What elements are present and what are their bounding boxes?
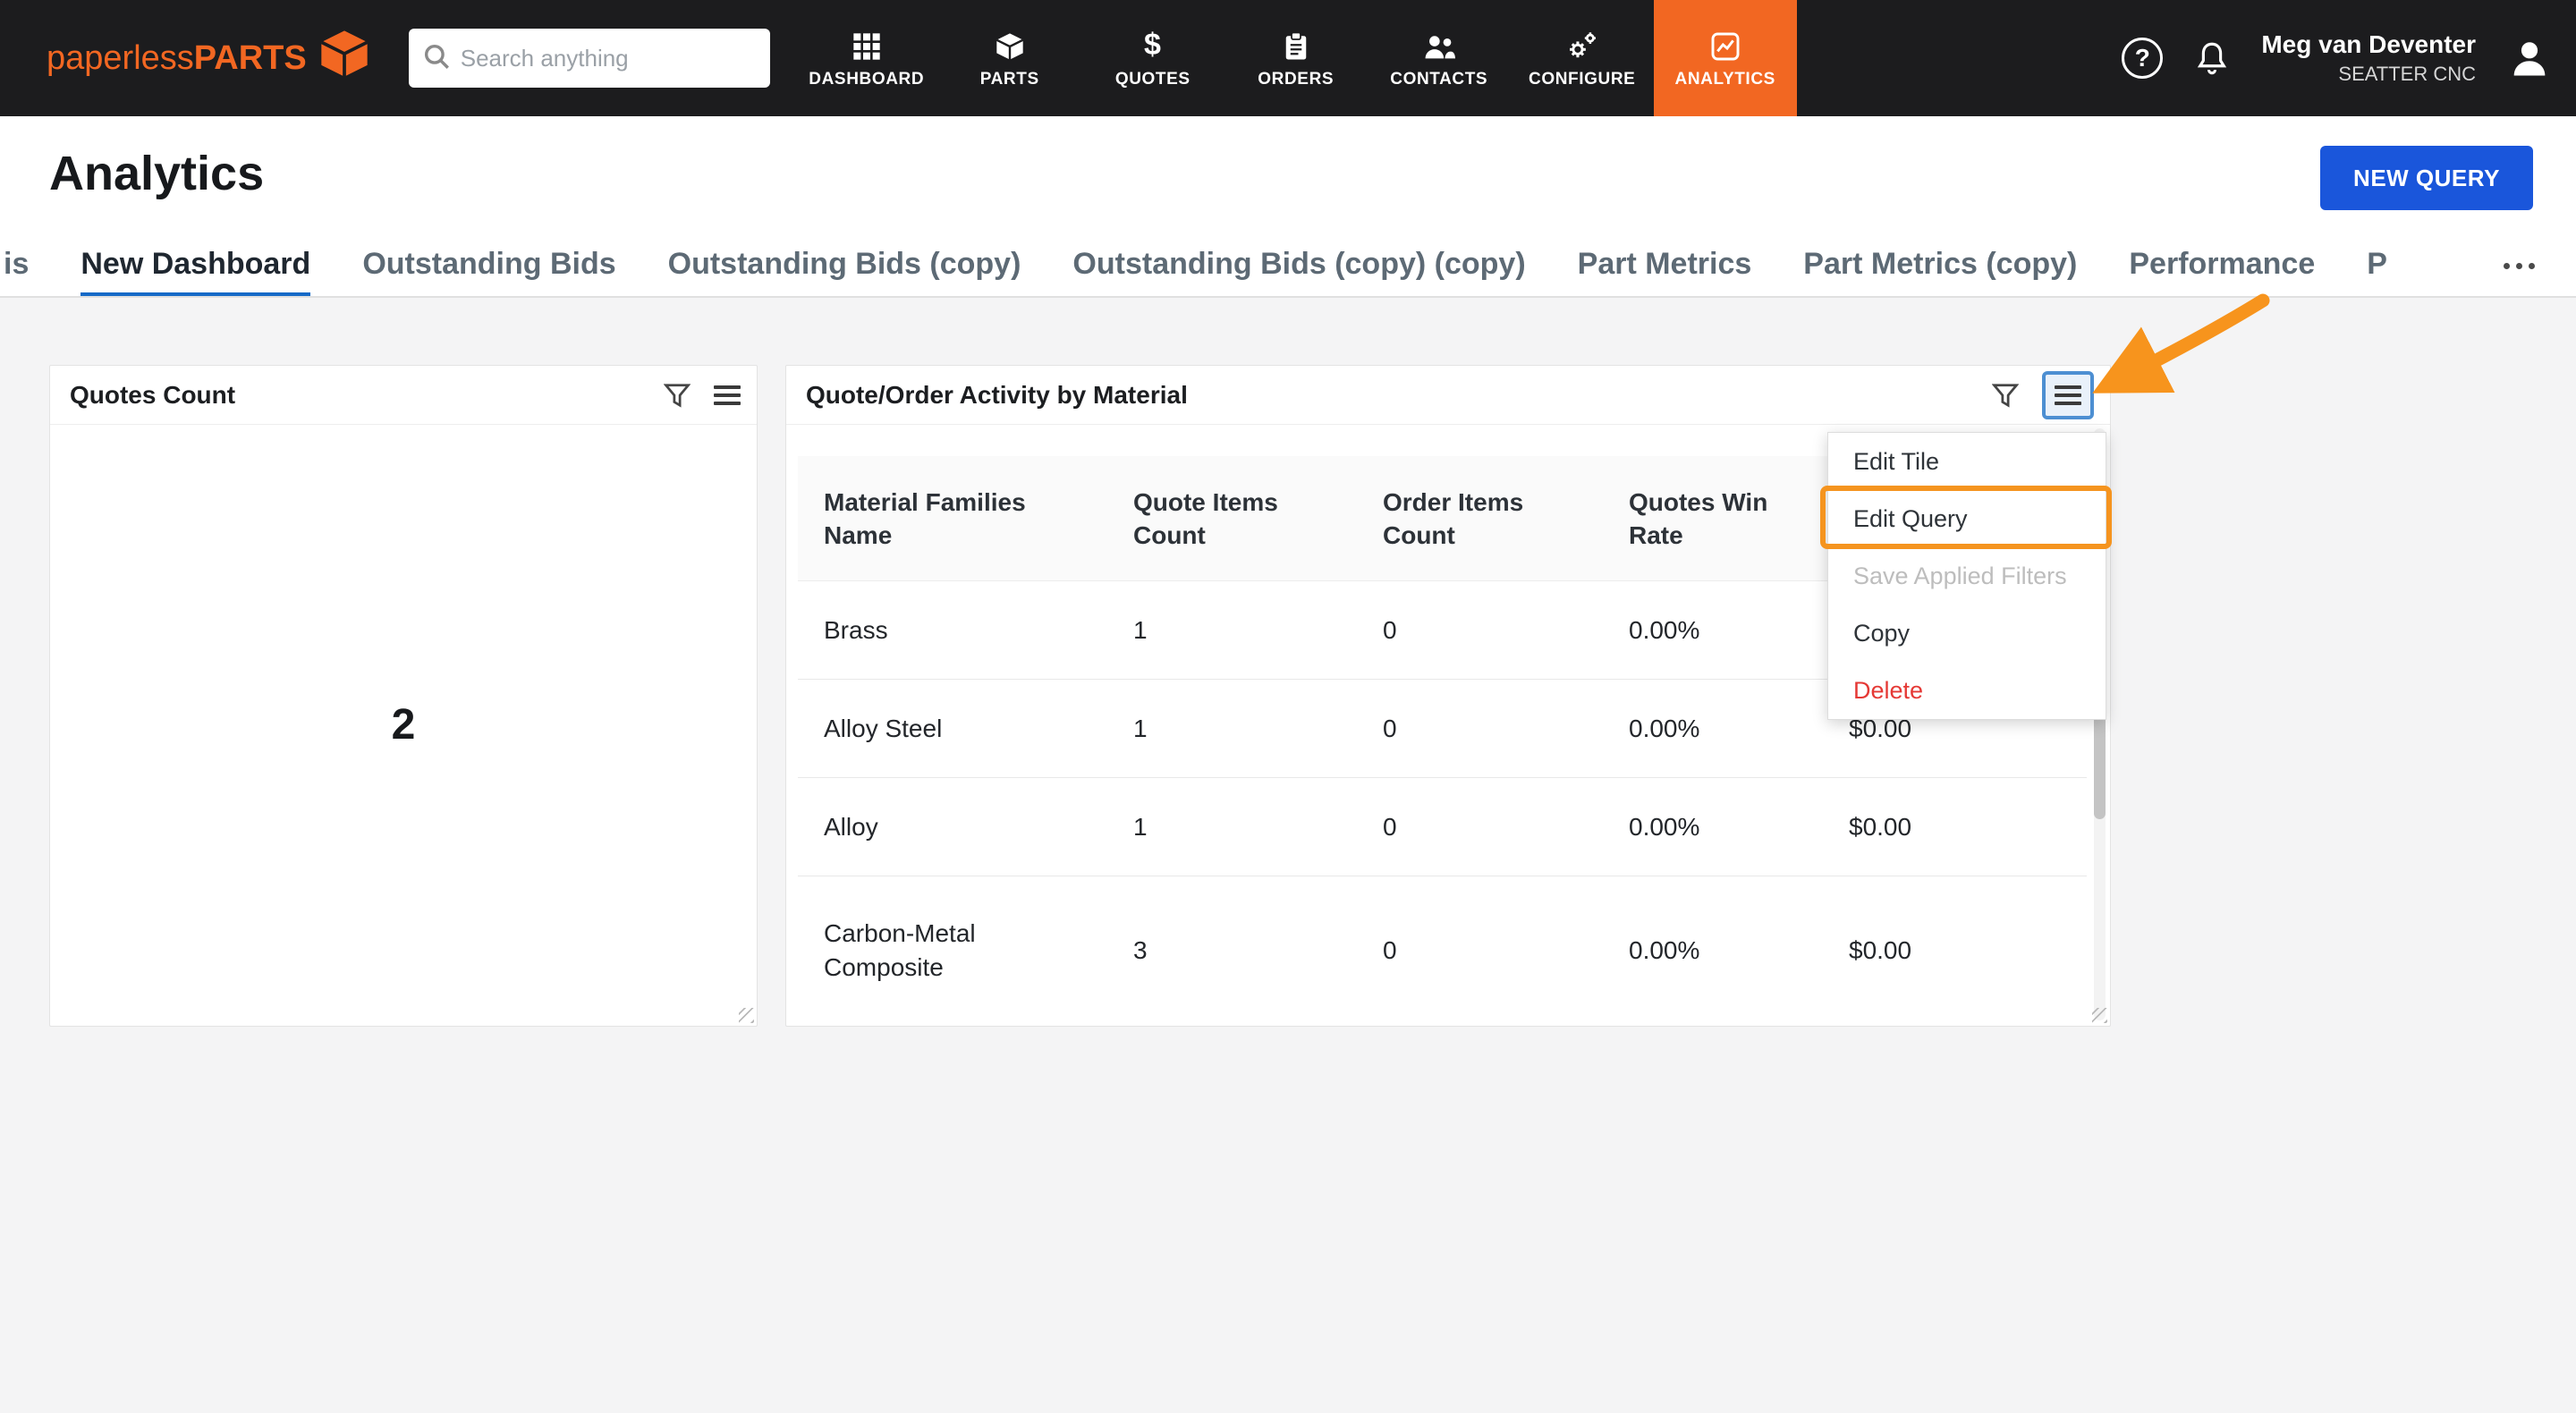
tab-performance[interactable]: Performance (2129, 236, 2315, 298)
cell-order-items: 0 (1383, 936, 1629, 965)
nav-item-analytics[interactable]: ANALYTICS (1654, 0, 1797, 116)
hamburger-menu-icon (2055, 381, 2081, 410)
resize-handle[interactable] (739, 1008, 754, 1023)
parts-box-icon (996, 27, 1024, 61)
top-nav: paperlessPARTS DASHBOARD PARTS $ QUOTES (0, 0, 2576, 116)
menu-item-edit-tile[interactable]: Edit Tile (1828, 433, 2106, 490)
cell-win-rate: 0.00% (1629, 616, 1849, 645)
dashboard-tabs: is New Dashboard Outstanding Bids Outsta… (0, 236, 2478, 298)
logo-text-bold: PARTS (194, 39, 307, 77)
tab-new-dashboard[interactable]: New Dashboard (80, 236, 310, 298)
card-title: Quote/Order Activity by Material (806, 381, 1188, 410)
avatar[interactable] (2506, 35, 2553, 81)
tab-part-metrics-copy[interactable]: Part Metrics (copy) (1803, 236, 2077, 298)
hamburger-menu-icon (714, 381, 741, 410)
cell-win-rate: 0.00% (1629, 715, 1849, 743)
tab-outstanding-bids-copy[interactable]: Outstanding Bids (copy) (668, 236, 1021, 298)
nav-item-dashboard[interactable]: DASHBOARD (795, 0, 938, 116)
cell-material-name: Alloy (798, 813, 1133, 842)
user-menu[interactable]: Meg van Deventer SEATTER CNC (2261, 30, 2476, 86)
cell-win-rate: 0.00% (1629, 936, 1849, 965)
column-header: Material Families Name (798, 486, 1133, 552)
cell-quote-items: 3 (1133, 936, 1383, 965)
tile-menu-button-highlighted[interactable] (2042, 371, 2094, 419)
table-row[interactable]: Alloy 1 0 0.00% $0.00 (798, 778, 2087, 876)
cell-amount: $0.00 (1849, 936, 2087, 965)
cell-quote-items: 1 (1133, 813, 1383, 842)
nav-item-label: ORDERS (1258, 70, 1334, 89)
user-name: Meg van Deventer (2261, 30, 2476, 59)
menu-item-edit-query[interactable]: Edit Query (1828, 490, 2106, 547)
tab-outstanding-bids[interactable]: Outstanding Bids (362, 236, 615, 298)
dollar-icon: $ (1144, 27, 1162, 61)
quotes-count-value: 2 (392, 700, 416, 749)
card-title: Quotes Count (70, 381, 235, 410)
tile-menu-button[interactable] (714, 381, 741, 410)
cell-material-name: Alloy Steel (798, 715, 1133, 743)
search-icon (421, 41, 452, 76)
nav-item-contacts[interactable]: CONTACTS (1368, 0, 1511, 116)
tabs-overflow-icon[interactable] (2493, 252, 2546, 280)
nav-right: ? Meg van Deventer SEATTER CNC (2122, 30, 2553, 86)
cell-quote-items: 1 (1133, 715, 1383, 743)
quotes-count-card: Quotes Count 2 (49, 365, 758, 1027)
search-input[interactable] (461, 45, 758, 72)
card-header: Quote/Order Activity by Material (786, 366, 2110, 425)
filter-icon[interactable] (1992, 383, 2019, 408)
nav-item-label: CONTACTS (1390, 70, 1487, 89)
notifications-bell-icon[interactable] (2193, 39, 2231, 77)
tile-context-menu: Edit Tile Edit Query Save Applied Filter… (1827, 432, 2106, 720)
column-header: Quote Items Count (1133, 486, 1383, 552)
gears-icon (1566, 27, 1598, 61)
cell-amount: $0.00 (1849, 813, 2087, 842)
page-title: Analytics (49, 146, 264, 201)
nav-item-configure[interactable]: CONFIGURE (1511, 0, 1654, 116)
new-query-button[interactable]: NEW QUERY (2320, 146, 2533, 210)
main-menu: DASHBOARD PARTS $ QUOTES ORDERS CONTACTS (795, 0, 1797, 116)
column-header: Order Items Count (1383, 486, 1629, 552)
cell-material-name: Carbon-Metal Composite (798, 917, 1133, 985)
cell-order-items: 0 (1383, 616, 1629, 645)
cell-order-items: 0 (1383, 715, 1629, 743)
logo-cube-icon (319, 29, 369, 88)
logo[interactable]: paperlessPARTS (47, 29, 369, 88)
cell-quote-items: 1 (1133, 616, 1383, 645)
clipboard-icon (1283, 27, 1309, 61)
help-icon[interactable]: ? (2122, 38, 2163, 79)
tab-outstanding-bids-copy-copy[interactable]: Outstanding Bids (copy) (copy) (1072, 236, 1525, 298)
nav-item-label: CONFIGURE (1529, 70, 1635, 89)
contacts-people-icon (1423, 27, 1455, 61)
dashboard-grid-icon (852, 27, 881, 61)
nav-item-label: ANALYTICS (1675, 70, 1775, 89)
filter-icon[interactable] (664, 383, 691, 408)
tab-partial-right[interactable]: P (2367, 236, 2387, 298)
nav-item-parts[interactable]: PARTS (938, 0, 1081, 116)
nav-item-orders[interactable]: ORDERS (1224, 0, 1368, 116)
nav-item-label: DASHBOARD (809, 70, 924, 89)
cell-win-rate: 0.00% (1629, 813, 1849, 842)
tab-part-metrics[interactable]: Part Metrics (1578, 236, 1752, 298)
cell-material-name: Brass (798, 616, 1133, 645)
resize-handle[interactable] (2092, 1008, 2107, 1023)
nav-item-label: PARTS (980, 70, 1039, 89)
menu-item-delete[interactable]: Delete (1828, 662, 2106, 719)
cell-order-items: 0 (1383, 813, 1629, 842)
nav-item-quotes[interactable]: $ QUOTES (1081, 0, 1224, 116)
menu-item-save-applied-filters: Save Applied Filters (1828, 547, 2106, 605)
analytics-chart-icon (1711, 27, 1740, 61)
card-header: Quotes Count (50, 366, 757, 425)
tab-partial-left[interactable]: is (4, 236, 29, 298)
logo-text: paperless (47, 39, 194, 77)
menu-item-copy[interactable]: Copy (1828, 605, 2106, 662)
table-row[interactable]: Carbon-Metal Composite 3 0 0.00% $0.00 (798, 876, 2087, 1025)
user-company: SEATTER CNC (2261, 63, 2476, 86)
column-header: Quotes Win Rate (1629, 486, 1849, 552)
nav-item-label: QUOTES (1115, 70, 1191, 89)
search-box (409, 29, 770, 88)
